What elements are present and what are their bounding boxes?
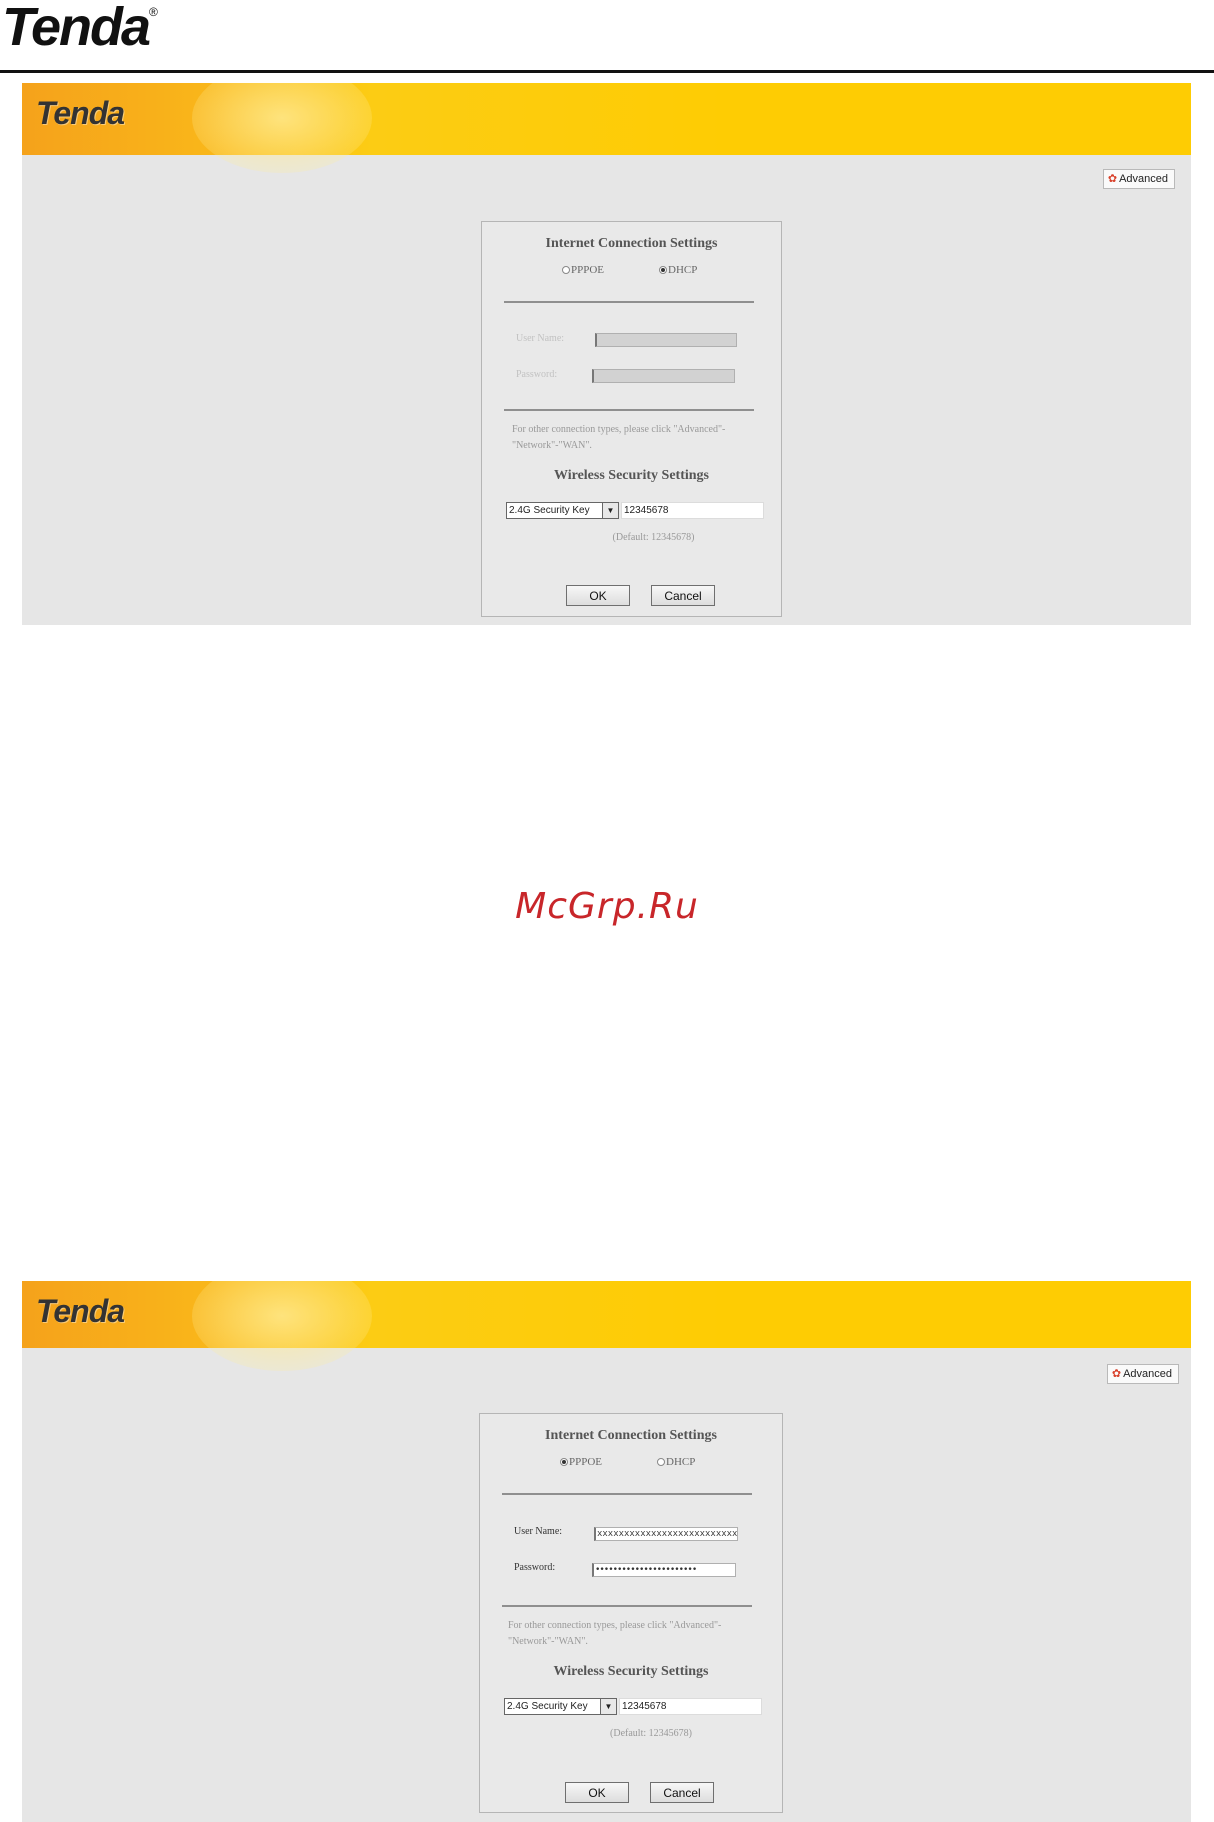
advanced-note: For other connection types, please click… [512, 424, 726, 451]
divider [502, 1605, 752, 1607]
radio-dhcp-dot[interactable] [657, 1458, 665, 1466]
radio-pppoe[interactable]: PPPOE [562, 264, 604, 276]
security-key-select[interactable]: 2.4G Security Key ▼ [506, 502, 619, 519]
top-banner: Tenda [22, 83, 1191, 173]
password-label: Password: [514, 1562, 556, 1573]
advanced-note: For other connection types, please click… [508, 1620, 722, 1647]
password-input [592, 369, 735, 383]
user-name-label: User Name: [514, 1526, 563, 1537]
ok-button[interactable]: OK [565, 1782, 629, 1803]
security-key-row: 2.4G Security Key ▼ 12345678 [504, 1698, 762, 1715]
banner-logo: Tenda [36, 1293, 125, 1329]
tenda-logo: Tenda® [2, 0, 158, 57]
settings-icon: ✿ [1111, 1367, 1122, 1380]
chevron-down-icon[interactable]: ▼ [602, 503, 618, 518]
security-key-input[interactable]: 12345678 [619, 1698, 762, 1715]
radio-dhcp[interactable]: DHCP [659, 264, 697, 276]
default-key-hint: (Default: 12345678) [610, 1728, 692, 1739]
user-name-input[interactable]: xxxxxxxxxxxxxxxxxxxxxxxxxxxxxxx [594, 1527, 738, 1541]
quick-setup-dialog: Internet Connection Settings PPPOE DHCP … [479, 1413, 783, 1813]
wireless-security-title: Wireless Security Settings [553, 468, 710, 483]
top-banner: Tenda [22, 1281, 1191, 1371]
divider [504, 301, 754, 303]
radio-dhcp-dot[interactable] [659, 266, 667, 274]
divider [502, 1493, 752, 1495]
router-screenshot-pppoe: Tenda ✿ Advanced Internet Connection Set… [22, 1281, 1191, 1822]
wireless-security-title: Wireless Security Settings [553, 1664, 709, 1679]
internet-settings-title: Internet Connection Settings [545, 236, 718, 251]
settings-icon: ✿ [1107, 172, 1118, 185]
watermark-text: McGrp.Ru [515, 886, 699, 927]
advanced-button[interactable]: ✿ Advanced [1102, 169, 1175, 189]
divider [504, 409, 754, 411]
router-screenshot-dhcp: Tenda ✿ Advanced Internet Connection Set… [22, 83, 1191, 625]
password-input[interactable]: ••••••••••••••••••••••• [592, 1563, 736, 1577]
ok-button[interactable]: OK [566, 585, 630, 606]
radio-pppoe-dot[interactable] [560, 1458, 568, 1466]
security-key-input[interactable]: 12345678 [621, 502, 764, 519]
cancel-button[interactable]: Cancel [651, 585, 715, 606]
advanced-button[interactable]: ✿ Advanced [1106, 1364, 1179, 1384]
radio-pppoe-dot[interactable] [562, 266, 570, 274]
header-divider [0, 70, 1214, 73]
user-name-label: User Name: [516, 333, 565, 344]
banner-logo: Tenda [36, 95, 125, 131]
security-key-select[interactable]: 2.4G Security Key ▼ [504, 1698, 617, 1715]
security-key-row: 2.4G Security Key ▼ 12345678 [506, 502, 764, 519]
cancel-button[interactable]: Cancel [650, 1782, 714, 1803]
password-label: Password: [516, 369, 558, 380]
user-name-input [595, 333, 737, 347]
quick-setup-dialog: Internet Connection Settings PPPOE DHCP … [481, 221, 782, 617]
default-key-hint: (Default: 12345678) [612, 532, 695, 543]
chevron-down-icon[interactable]: ▼ [600, 1699, 616, 1714]
radio-dhcp[interactable]: DHCP [657, 1456, 695, 1468]
internet-settings-title: Internet Connection Settings [545, 1428, 717, 1443]
radio-pppoe[interactable]: PPPOE [560, 1456, 602, 1468]
